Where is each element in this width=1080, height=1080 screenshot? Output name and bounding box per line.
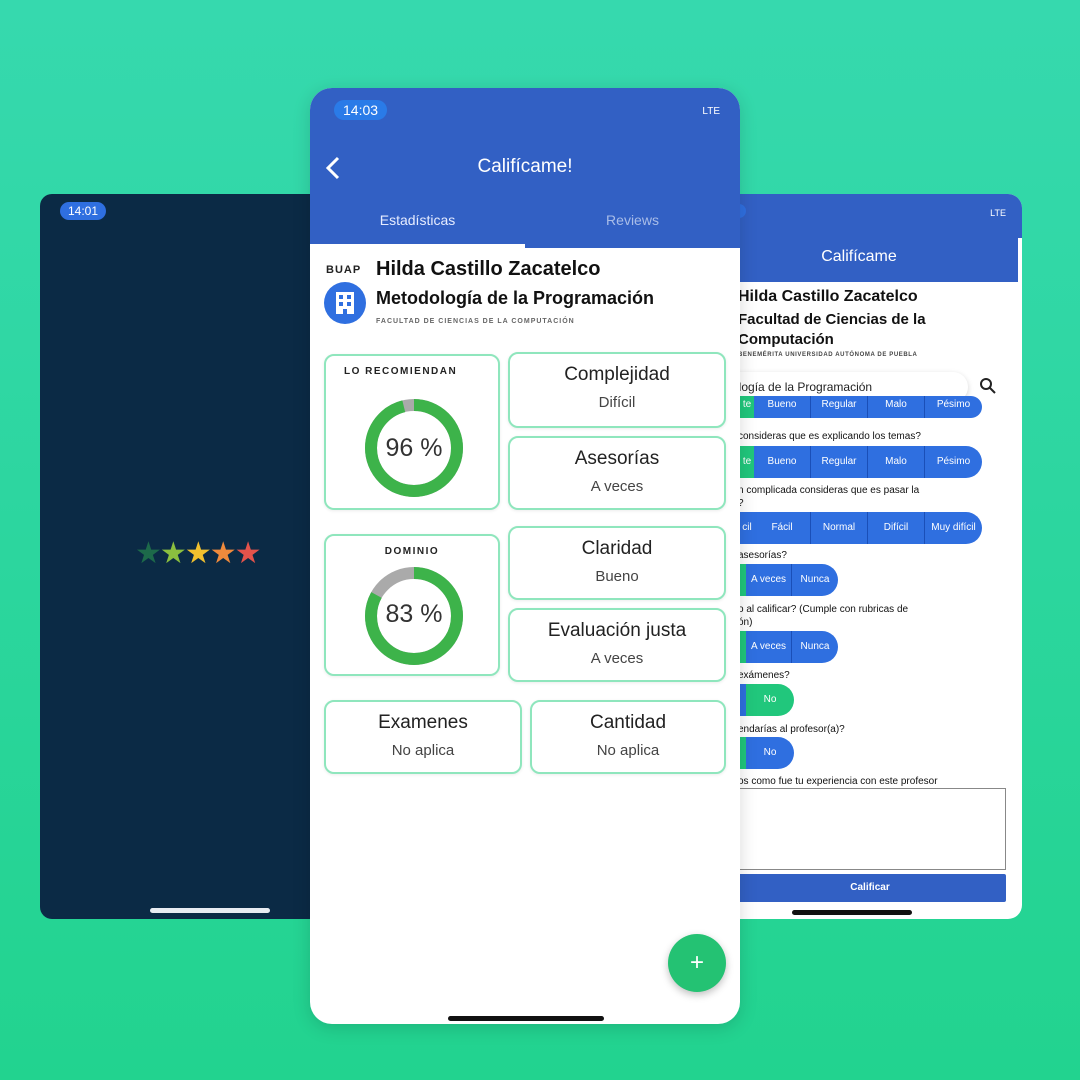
option-button[interactable]: te (740, 396, 754, 418)
status-bar: LTE (700, 194, 1022, 238)
domain-label: DOMINIO (384, 546, 440, 557)
option-button[interactable]: Muy difícil (925, 512, 982, 544)
home-indicator (150, 908, 270, 913)
question-clarity: consideras que es explicando los temas? (738, 431, 921, 442)
domain-card: DOMINIO 83 % (324, 534, 500, 676)
app-header: 14:03 LTE Califícame! Estadísticas Revie… (310, 88, 740, 248)
question-complexity: n complicada consideras que es pasar la (738, 485, 920, 496)
option-button[interactable]: Malo (868, 396, 925, 418)
university-name: BENEMÉRITA UNIVERSIDAD AUTÓNOMA DE PUEBL… (738, 352, 918, 358)
star-icon: ★ (234, 537, 262, 570)
recommend-card: LO RECOMIENDAN 96 % (324, 354, 500, 510)
stat-card-evaluacion: Evaluación justa A veces (508, 608, 726, 682)
rating-options-1: te Bueno Regular Malo Pésimo (740, 396, 982, 418)
stat-card-cantidad: Cantidad No aplica (530, 700, 726, 774)
option-button[interactable]: Normal (811, 512, 868, 544)
question-fairness: o al calificar? (Cumple con rubricas de (738, 604, 909, 615)
home-indicator (448, 1016, 604, 1021)
rating-options-fairness: A veces Nunca (740, 631, 838, 663)
star-icon: ★ (184, 537, 212, 570)
option-button[interactable]: Regular (811, 446, 868, 478)
rating-form-screen: LTE Califícame Hilda Castillo Zacatelco … (700, 194, 1022, 919)
option-button[interactable]: Nunca (792, 631, 838, 663)
domain-value: 83 % (385, 600, 443, 628)
professor-name: Hilda Castillo Zacatelco (376, 258, 601, 280)
option-button[interactable]: Bueno (754, 396, 811, 418)
stat-title: Cantidad (589, 712, 667, 733)
stat-value: A veces (590, 478, 644, 495)
stat-value: Bueno (595, 568, 639, 585)
stars-logo: ★★★★★ (135, 536, 262, 571)
question-experience: os como fue tu experiencia con este prof… (738, 776, 938, 787)
recommend-value: 96 % (385, 434, 443, 462)
signal-icon: LTE (702, 106, 720, 117)
option-button[interactable]: Malo (868, 446, 925, 478)
option-button[interactable]: A veces (746, 564, 792, 596)
option-button[interactable]: Pésimo (925, 396, 982, 418)
question-recommend: endarías al profesor(a)? (738, 724, 845, 735)
calificar-button[interactable]: Calificar (734, 874, 1006, 902)
tab-indicator (310, 244, 525, 248)
app-bar-title: Califícame (700, 238, 1018, 282)
option-button[interactable]: Regular (811, 396, 868, 418)
tab-estadisticas[interactable]: Estadísticas (310, 212, 525, 228)
option-button[interactable]: cil (740, 512, 754, 544)
question-fairness-end: ón) (738, 617, 753, 628)
faculty-name: FACULTAD DE CIENCIAS DE LA COMPUTACIÓN (376, 318, 575, 325)
building-icon (324, 282, 366, 324)
stat-value: No aplica (391, 742, 455, 759)
option-button[interactable]: No (746, 684, 794, 716)
stat-title: Examenes (378, 712, 468, 733)
search-icon[interactable] (978, 376, 998, 396)
question-exams: exámenes? (738, 670, 790, 681)
question-advising: asesorías? (738, 550, 787, 561)
status-time: 14:03 (334, 100, 388, 120)
star-icon: ★ (135, 537, 162, 570)
stat-card-examenes: Examenes No aplica (324, 700, 522, 774)
option-button[interactable]: Difícil (868, 512, 925, 544)
splash-screen: 14:01 ★★★★★ (40, 194, 330, 919)
stat-card-asesorias: Asesorías A veces (508, 436, 726, 510)
rating-options-advising: A veces Nunca (740, 564, 838, 596)
home-indicator (792, 910, 912, 915)
rating-options-recommend: No (740, 737, 794, 769)
stat-card-claridad: Claridad Bueno (508, 526, 726, 600)
faculty-name: Facultad de Ciencias de la Computación (738, 311, 926, 348)
rating-options-complexity: cil Fácil Normal Difícil Muy difícil (740, 512, 982, 544)
option-button[interactable]: Bueno (754, 446, 811, 478)
university-logo: BUAP (326, 264, 362, 276)
rating-options-clarity: te Bueno Regular Malo Pésimo (740, 446, 982, 478)
option-button[interactable]: No (746, 737, 794, 769)
option-button[interactable]: Nunca (792, 564, 838, 596)
tab-reviews[interactable]: Reviews (525, 212, 740, 228)
option-button[interactable]: A veces (746, 631, 792, 663)
option-button[interactable]: te (740, 446, 754, 478)
stats-screen: 14:03 LTE Califícame! Estadísticas Revie… (310, 88, 740, 1024)
professor-name: Hilda Castillo Zacatelco (738, 288, 918, 305)
signal-icon: LTE (990, 208, 1006, 218)
experience-textarea[interactable] (734, 788, 1006, 870)
app-title: Califícame! (477, 156, 573, 177)
option-button[interactable]: Pésimo (925, 446, 982, 478)
option-button[interactable]: Fácil (754, 512, 811, 544)
rating-options-exams: No (740, 684, 794, 716)
status-time: 14:01 (60, 202, 107, 220)
stat-title: Asesorías (574, 448, 660, 469)
recommend-label: LO RECOMIENDAN (344, 366, 458, 377)
stat-value: No aplica (596, 742, 660, 759)
stat-value: Difícil (598, 394, 636, 411)
stat-title: Claridad (581, 538, 653, 559)
stat-value: A veces (590, 650, 644, 667)
stat-title: Evaluación justa (547, 620, 687, 641)
stat-title: Complejidad (564, 364, 670, 385)
stat-card-complejidad: Complejidad Difícil (508, 352, 726, 428)
star-icon: ★ (209, 537, 237, 570)
star-icon: ★ (159, 537, 187, 570)
add-review-button[interactable]: + (668, 934, 726, 992)
subject-name: Metodología de la Programación (376, 288, 655, 308)
